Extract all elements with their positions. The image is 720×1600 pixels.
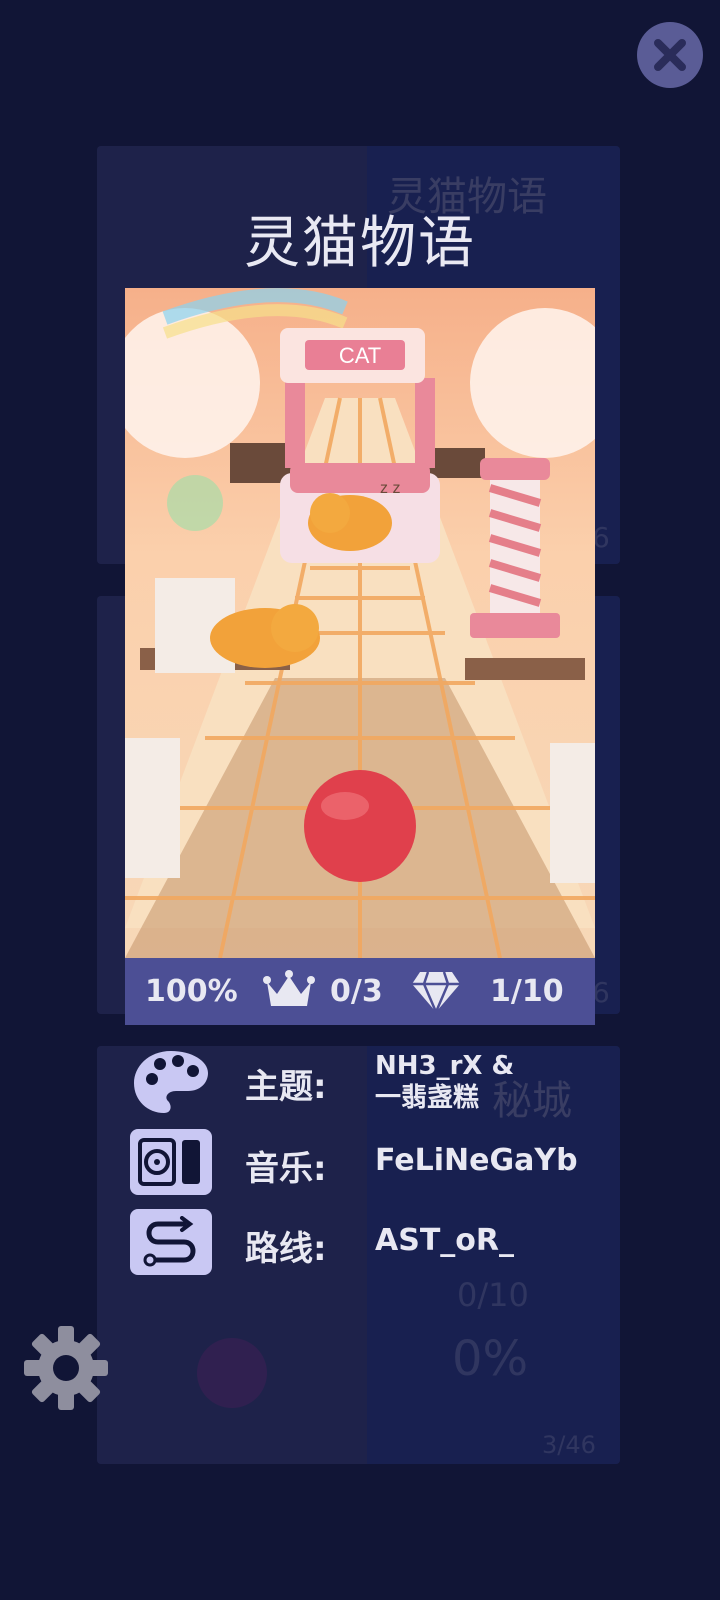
music-label: 音乐:	[245, 1149, 327, 1189]
palette-icon	[130, 1047, 212, 1117]
theme-value-line2: 一翡盏糕	[375, 1083, 480, 1113]
crown-icon	[263, 970, 315, 1006]
bg-level-progress: 0%	[452, 1331, 529, 1387]
close-icon	[654, 39, 686, 71]
level-preview-art: CAT z z	[125, 288, 595, 958]
music-credit-row: 音乐: FeLiNeGaYb	[130, 1129, 600, 1199]
sleep-text: z z	[380, 480, 400, 497]
music-value: FeLiNeGaYb	[375, 1143, 578, 1178]
level-preview-image[interactable]: CAT z z	[125, 288, 595, 958]
settings-button[interactable]	[22, 1324, 110, 1412]
music-player-icon	[130, 1129, 212, 1195]
gem-count: 1/10	[490, 974, 564, 1009]
progress-percent: 100%	[145, 974, 238, 1009]
crown-count: 0/3	[330, 974, 383, 1009]
route-icon	[130, 1209, 212, 1275]
bg-level-page: 3/46	[542, 1431, 596, 1459]
level-title: 灵猫物语	[244, 211, 476, 276]
route-label: 路线:	[245, 1229, 327, 1269]
gear-icon	[24, 1326, 108, 1410]
theme-label: 主题:	[245, 1067, 327, 1107]
bg-level-gems: 0/10	[457, 1276, 529, 1314]
route-credit-row: 路线: AST_oR_	[130, 1209, 600, 1279]
route-value: AST_oR_	[375, 1223, 514, 1258]
bg-ball	[197, 1338, 267, 1408]
close-button[interactable]	[637, 22, 703, 88]
gate-sign-text: CAT	[339, 343, 381, 368]
theme-credit-row: 主题: NH3_rX & 一翡盏糕	[130, 1047, 600, 1117]
gem-icon	[412, 971, 460, 1014]
stats-bar: 100% 0/3 1/10	[125, 958, 595, 1025]
